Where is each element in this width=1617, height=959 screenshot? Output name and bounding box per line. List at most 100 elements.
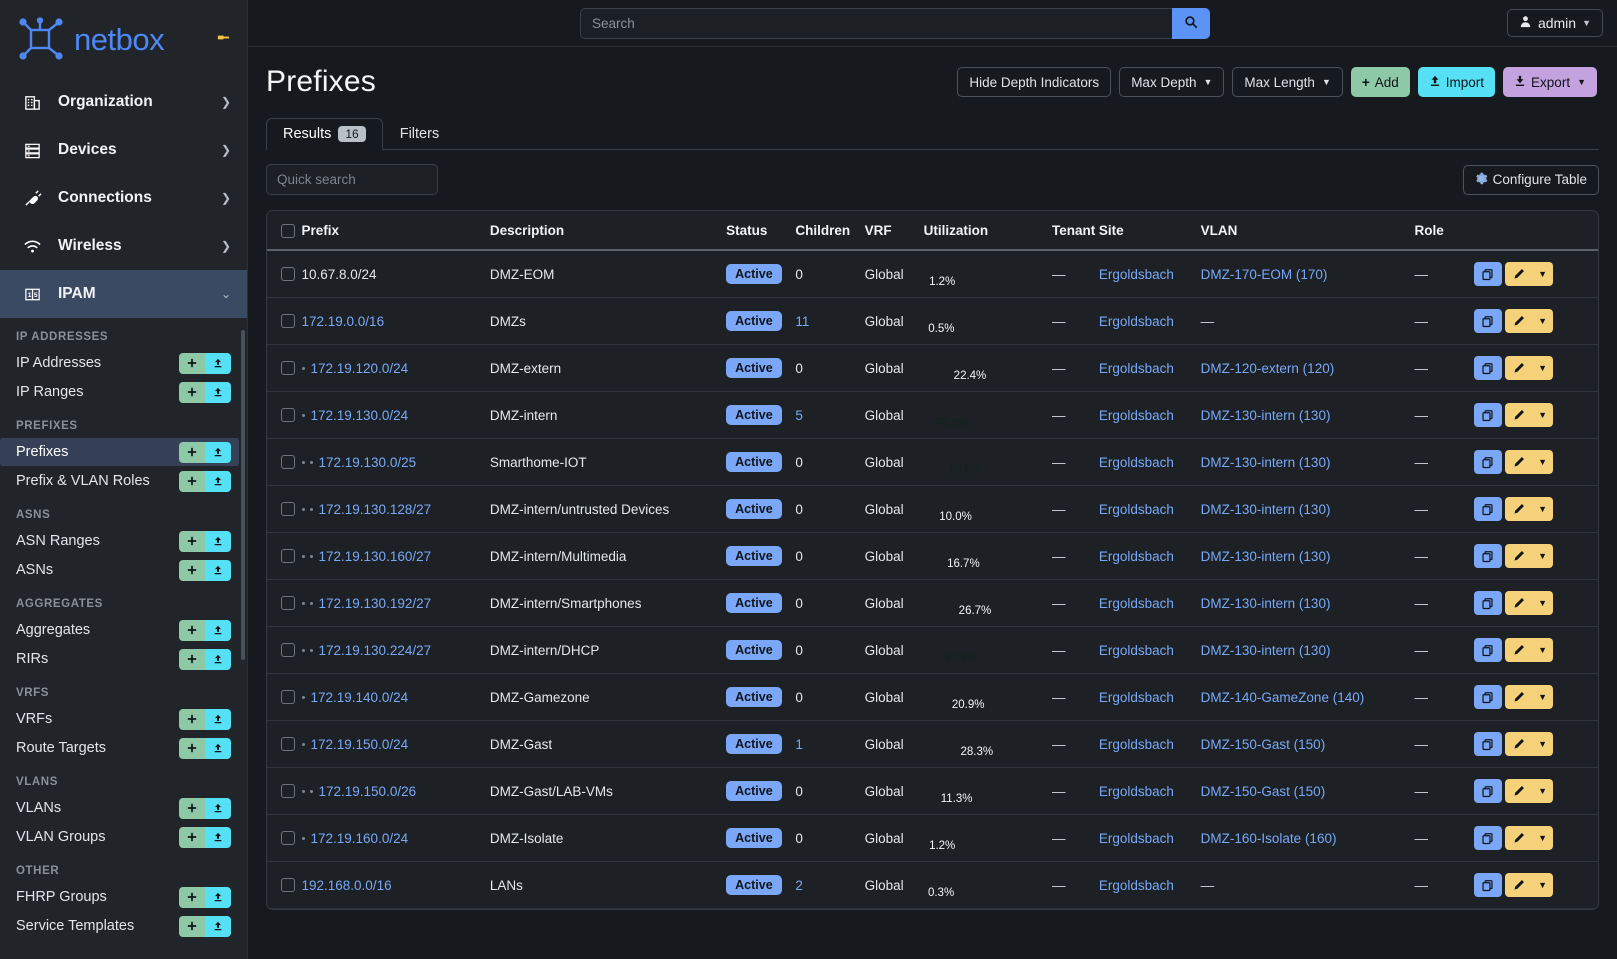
vlan-link[interactable]: DMZ-130-intern (130) bbox=[1201, 408, 1331, 423]
sidebar-item-asns[interactable]: ASNs bbox=[0, 556, 239, 584]
prefix-link[interactable]: 172.19.150.0/24 bbox=[311, 737, 409, 752]
nav-item-ipam[interactable]: 1 5 IPAM ⌄ bbox=[0, 270, 247, 318]
vlan-link[interactable]: DMZ-140-GameZone (140) bbox=[1201, 690, 1365, 705]
col-header-tenant[interactable]: Tenant bbox=[1045, 211, 1095, 251]
sidebar-item-asn-ranges[interactable]: ASN Ranges bbox=[0, 527, 239, 555]
pencil-icon[interactable] bbox=[1504, 403, 1533, 427]
vlan-link[interactable]: DMZ-170-EOM (170) bbox=[1201, 267, 1328, 282]
row-checkbox[interactable] bbox=[281, 737, 295, 751]
export-button[interactable]: Export ▼ bbox=[1503, 67, 1597, 97]
sidebar-item-fhrp-groups[interactable]: FHRP Groups bbox=[0, 883, 239, 911]
col-header-role[interactable]: Role bbox=[1408, 211, 1468, 251]
site-link[interactable]: Ergoldsbach bbox=[1099, 643, 1174, 658]
vlan-link[interactable]: DMZ-120-extern (120) bbox=[1201, 361, 1335, 376]
sidebar-item-vrfs[interactable]: VRFs bbox=[0, 705, 239, 733]
prefix-link[interactable]: 172.19.130.0/24 bbox=[311, 408, 409, 423]
site-link[interactable]: Ergoldsbach bbox=[1099, 831, 1174, 846]
col-header-site[interactable]: Site bbox=[1092, 211, 1195, 251]
pencil-icon[interactable] bbox=[1504, 685, 1533, 709]
add-ip-addresses-button[interactable] bbox=[179, 352, 205, 374]
select-all-checkbox[interactable] bbox=[281, 223, 295, 238]
prefix-link[interactable]: 172.19.130.224/27 bbox=[319, 643, 432, 658]
nav-item-connections[interactable]: Connections ❯ bbox=[0, 174, 247, 222]
sidebar-item-prefixes[interactable]: Prefixes bbox=[0, 438, 239, 466]
copy-icon[interactable] bbox=[1473, 873, 1502, 897]
nav-item-wireless[interactable]: Wireless ❯ bbox=[0, 222, 247, 270]
import-asn-ranges-button[interactable] bbox=[205, 530, 231, 552]
col-header-vlan[interactable]: VLAN bbox=[1194, 211, 1409, 251]
children-count[interactable]: 5 bbox=[795, 408, 803, 423]
brand-header[interactable]: netbox bbox=[0, 0, 247, 78]
row-checkbox[interactable] bbox=[281, 878, 295, 892]
sidebar-item-service-templates[interactable]: Service Templates bbox=[0, 912, 239, 940]
add-vlans-button[interactable] bbox=[179, 797, 205, 819]
vlan-link[interactable]: DMZ-150-Gast (150) bbox=[1201, 737, 1326, 752]
copy-icon[interactable] bbox=[1473, 544, 1502, 568]
add-service-templates-button[interactable] bbox=[179, 915, 205, 937]
children-count[interactable]: 1 bbox=[795, 737, 803, 752]
site-link[interactable]: Ergoldsbach bbox=[1099, 361, 1174, 376]
add-rirs-button[interactable] bbox=[179, 648, 205, 670]
search-button[interactable] bbox=[1172, 7, 1210, 39]
prefix-link[interactable]: 192.168.0.0/16 bbox=[302, 878, 392, 893]
prefix-link[interactable]: 172.19.150.0/26 bbox=[319, 784, 417, 799]
import-prefix-vlan-roles-button[interactable] bbox=[205, 470, 231, 492]
sidebar-item-aggregates[interactable]: Aggregates bbox=[0, 616, 239, 644]
site-link[interactable]: Ergoldsbach bbox=[1099, 455, 1174, 470]
add-fhrp-groups-button[interactable] bbox=[179, 886, 205, 908]
site-link[interactable]: Ergoldsbach bbox=[1099, 784, 1174, 799]
copy-icon[interactable] bbox=[1473, 450, 1502, 474]
row-checkbox[interactable] bbox=[281, 690, 295, 704]
caret-down-icon[interactable]: ▼ bbox=[1532, 685, 1553, 709]
max-depth-dropdown[interactable]: Max Depth ▼ bbox=[1119, 67, 1225, 97]
vlan-link[interactable]: DMZ-160-Isolate (160) bbox=[1201, 831, 1337, 846]
vlan-link[interactable]: DMZ-130-intern (130) bbox=[1201, 502, 1331, 517]
col-header-prefix[interactable]: Prefix bbox=[295, 211, 484, 251]
vlan-link[interactable]: DMZ-130-intern (130) bbox=[1201, 455, 1331, 470]
prefix-link[interactable]: 172.19.140.0/24 bbox=[311, 690, 409, 705]
prefix-link[interactable]: 172.19.130.0/25 bbox=[319, 455, 417, 470]
import-asns-button[interactable] bbox=[205, 559, 231, 581]
row-checkbox[interactable] bbox=[281, 831, 295, 845]
add-button[interactable]: + Add bbox=[1350, 67, 1410, 97]
import-prefixes-button[interactable] bbox=[205, 441, 231, 463]
prefix-link[interactable]: 172.19.130.160/27 bbox=[319, 549, 432, 564]
pencil-icon[interactable] bbox=[1504, 779, 1533, 803]
import-ip-addresses-button[interactable] bbox=[205, 352, 231, 374]
caret-down-icon[interactable]: ▼ bbox=[1532, 544, 1553, 568]
sidebar-item-ip-addresses[interactable]: IP Addresses bbox=[0, 349, 239, 377]
copy-icon[interactable] bbox=[1473, 638, 1502, 662]
pencil-icon[interactable] bbox=[1504, 638, 1533, 662]
site-link[interactable]: Ergoldsbach bbox=[1099, 690, 1174, 705]
caret-down-icon[interactable]: ▼ bbox=[1532, 638, 1553, 662]
caret-down-icon[interactable]: ▼ bbox=[1532, 732, 1553, 756]
configure-table-button[interactable]: Configure Table bbox=[1462, 164, 1599, 195]
add-vrfs-button[interactable] bbox=[179, 708, 205, 730]
sidebar-scroll-area[interactable]: netbox Organization ❯ Devices ❯ Connecti… bbox=[0, 0, 247, 959]
add-ip-ranges-button[interactable] bbox=[179, 381, 205, 403]
row-checkbox[interactable] bbox=[281, 361, 295, 375]
pencil-icon[interactable] bbox=[1504, 826, 1533, 850]
site-link[interactable]: Ergoldsbach bbox=[1099, 878, 1174, 893]
caret-down-icon[interactable]: ▼ bbox=[1532, 309, 1553, 333]
pencil-icon[interactable] bbox=[1504, 591, 1533, 615]
copy-icon[interactable] bbox=[1473, 497, 1502, 521]
import-vlans-button[interactable] bbox=[205, 797, 231, 819]
caret-down-icon[interactable]: ▼ bbox=[1532, 591, 1553, 615]
hide-depth-indicators-button[interactable]: Hide Depth Indicators bbox=[957, 67, 1112, 97]
add-asns-button[interactable] bbox=[179, 559, 205, 581]
pencil-icon[interactable] bbox=[1504, 450, 1533, 474]
add-vlan-groups-button[interactable] bbox=[179, 826, 205, 848]
prefix-link[interactable]: 172.19.120.0/24 bbox=[311, 361, 409, 376]
vlan-link[interactable]: DMZ-130-intern (130) bbox=[1201, 643, 1331, 658]
copy-icon[interactable] bbox=[1473, 826, 1502, 850]
import-service-templates-button[interactable] bbox=[205, 915, 231, 937]
pencil-icon[interactable] bbox=[1504, 544, 1533, 568]
sidebar-item-route-targets[interactable]: Route Targets bbox=[0, 734, 239, 762]
add-route-targets-button[interactable] bbox=[179, 737, 205, 759]
prefix-link[interactable]: 172.19.130.128/27 bbox=[319, 502, 432, 517]
pin-icon[interactable] bbox=[216, 30, 231, 48]
pencil-icon[interactable] bbox=[1504, 732, 1533, 756]
max-length-dropdown[interactable]: Max Length ▼ bbox=[1232, 67, 1343, 97]
row-checkbox[interactable] bbox=[281, 596, 295, 610]
